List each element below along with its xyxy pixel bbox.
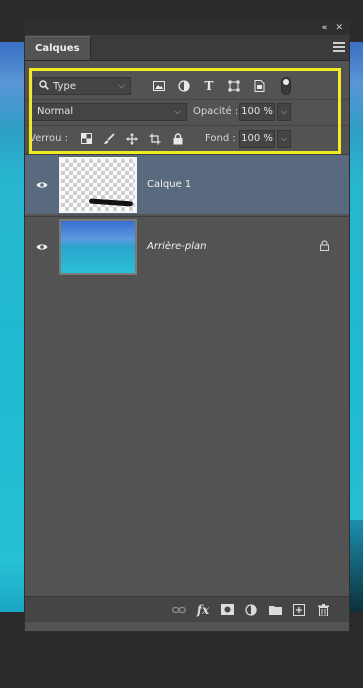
chevron-down-icon: ⌵ [174,106,181,117]
new-group-icon[interactable] [267,605,283,615]
panel-menu-icon[interactable] [333,42,345,52]
lock-pixels-brush-icon[interactable] [100,130,118,148]
search-icon [39,79,49,93]
panel-tabbar: Calques [25,35,349,61]
layer-thumbnail [59,156,137,213]
add-mask-icon[interactable] [219,604,235,615]
filter-row: Type ⌵ T [25,73,349,99]
layer-row-arriere-plan[interactable]: Arrière-plan [25,216,349,276]
lock-icons [77,130,187,148]
layer-thumbnail [59,218,137,275]
visibility-eye-icon[interactable] [35,178,49,192]
close-icon[interactable]: ✕ [335,23,343,33]
filter-toggle[interactable] [281,77,291,95]
blend-mode-select[interactable]: Normal ⌵ [31,102,187,121]
lock-row: Verrou : Fond : 100 % ⌵ [25,125,349,151]
smart-object-filter-icon[interactable] [250,77,268,95]
filter-icons: T [150,77,268,95]
filter-kind-select[interactable]: Type ⌵ [33,77,131,95]
lock-label: Verrou : [29,133,69,144]
adjustment-layer-icon[interactable] [243,603,259,616]
blend-mode-value: Normal [37,106,74,117]
visibility-eye-icon[interactable] [35,240,49,254]
opacity-dropdown-icon[interactable]: ⌵ [277,102,291,121]
lock-position-icon[interactable] [123,130,141,148]
layer-lock-icon [320,239,329,254]
lock-artboard-icon[interactable] [146,130,164,148]
opacity-input[interactable]: 100 % [239,102,275,121]
fill-dropdown-icon[interactable]: ⌵ [277,129,291,148]
brush-stroke-shape [88,197,134,207]
image-filter-icon[interactable] [150,77,168,95]
collapse-icon[interactable]: « [322,23,328,33]
tab-layers[interactable]: Calques [25,36,91,60]
link-layers-icon[interactable] [171,606,187,614]
layers-panel: « ✕ Calques Type ⌵ T Normal ⌵ Opacité: … [24,20,350,632]
chevron-down-icon: ⌵ [118,81,125,91]
new-layer-icon[interactable] [291,603,307,616]
lock-all-icon[interactable] [169,130,187,148]
filter-kind-label: Type [53,80,76,92]
panel-titlebar: « ✕ [25,21,349,35]
layer-name[interactable]: Arrière-plan [147,241,206,252]
fill-label: Fond : [205,133,236,144]
lock-transparency-icon[interactable] [77,130,95,148]
delete-icon[interactable] [315,603,331,616]
text-filter-icon[interactable]: T [200,77,218,95]
blend-row: Normal ⌵ Opacité : 100 % ⌵ [25,99,349,123]
layer-row-calque-1[interactable]: Calque 1 [25,154,349,214]
adjustment-filter-icon[interactable] [175,77,193,95]
layer-name[interactable]: Calque 1 [147,179,191,190]
panel-footer: fx [25,596,349,622]
fill-input[interactable]: 100 % [239,129,275,148]
shape-filter-icon[interactable] [225,77,243,95]
opacity-label: Opacité : [193,106,239,117]
fx-icon[interactable]: fx [195,603,211,617]
